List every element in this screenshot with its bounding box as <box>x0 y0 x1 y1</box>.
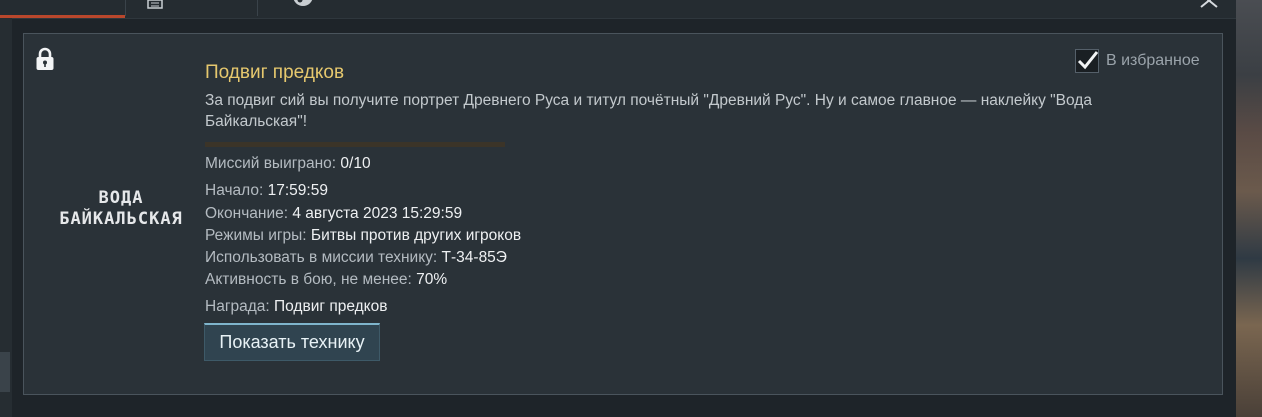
game-modes-row: Режимы игры: Битвы против других игроков <box>205 227 521 245</box>
background-edge <box>1236 0 1262 417</box>
activity-row: Активность в бою, не менее: 70% <box>205 271 447 289</box>
favorite-toggle[interactable]: В избранное <box>1075 48 1200 74</box>
start-row: Начало: 17:59:59 <box>205 182 328 200</box>
favorite-checkbox[interactable] <box>1075 49 1099 73</box>
circle-icon[interactable] <box>292 0 314 7</box>
challenge-card: ВОДА БАЙКАЛЬСКАЯ В избранное Подвиг пред… <box>23 33 1223 395</box>
end-value: 4 августа 2023 15:29:59 <box>292 205 463 222</box>
favorite-label: В избранное <box>1106 52 1200 69</box>
missions-won-value: 0/10 <box>340 155 371 172</box>
sticker-line-2: БАЙКАЛЬСКАЯ <box>59 209 183 229</box>
lock-icon <box>36 47 54 70</box>
tab-divider <box>125 0 126 16</box>
reward-value: Подвиг предков <box>274 298 388 315</box>
tab-strip <box>0 0 1236 19</box>
sticker-line-1: ВОДА <box>98 188 144 208</box>
vehicle-row: Использовать в миссии технику: Т-34-85Э <box>205 249 507 267</box>
missions-won-row: Миссий выиграно: 0/10 <box>205 155 371 173</box>
document-icon[interactable] <box>147 0 163 9</box>
checkmark-icon <box>1077 51 1099 70</box>
game-modes-value: Битвы против других игроков <box>310 227 522 244</box>
activity-label: Активность в бою, не менее: <box>205 271 417 288</box>
scrollbar-thumb[interactable] <box>0 352 10 392</box>
vehicle-label: Использовать в миссии технику: <box>205 249 442 266</box>
activity-value: 70% <box>416 271 448 288</box>
challenge-title: Подвиг предков <box>205 62 345 83</box>
vehicle-value: Т-34-85Э <box>441 249 507 266</box>
reward-label: Награда: <box>205 298 274 315</box>
progress-bar <box>205 142 505 147</box>
sticker-preview: ВОДА БАЙКАЛЬСКАЯ <box>46 188 196 230</box>
start-label: Начало: <box>205 182 268 199</box>
start-value: 17:59:59 <box>267 182 328 199</box>
reward-row: Награда: Подвиг предков <box>205 298 387 316</box>
game-modes-label: Режимы игры: <box>205 227 311 244</box>
end-row: Окончание: 4 августа 2023 15:29:59 <box>205 205 462 223</box>
close-icon[interactable] <box>1196 0 1224 14</box>
tab-divider <box>257 0 258 16</box>
show-vehicle-button[interactable]: Показать технику <box>204 323 380 361</box>
end-label: Окончание: <box>205 205 293 222</box>
challenge-description: За подвиг сий вы получите портрет Древне… <box>205 92 1092 130</box>
missions-won-label: Миссий выиграно: <box>205 155 341 172</box>
active-tab-indicator <box>0 15 125 18</box>
